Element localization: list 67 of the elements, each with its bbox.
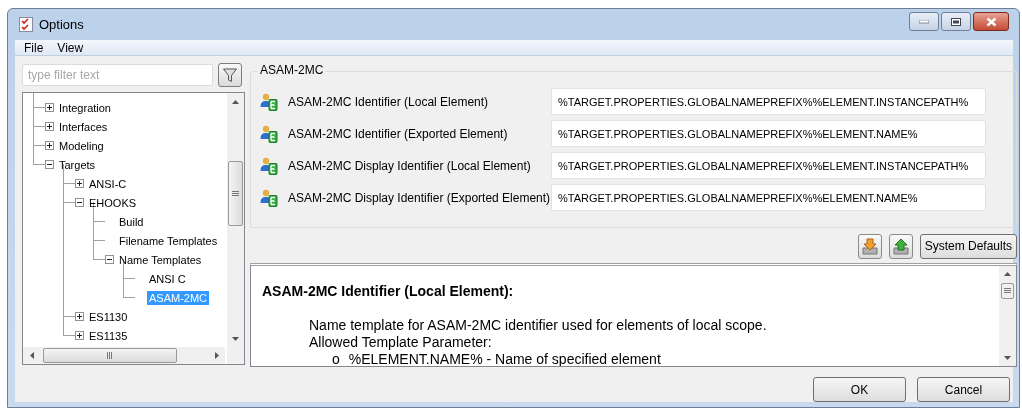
maximize-button[interactable] — [941, 12, 971, 31]
window-title: Options — [39, 17, 85, 32]
tree-item[interactable]: Build — [117, 214, 146, 229]
filter-field[interactable]: type filter text — [22, 64, 213, 86]
scroll-thumb[interactable] — [228, 161, 243, 226]
dialog-button[interactable]: Cancel — [917, 377, 1010, 402]
tree-item[interactable]: ANSI C — [147, 271, 188, 286]
scroll-thumb[interactable] — [1001, 282, 1014, 299]
scroll-left-icon — [29, 352, 34, 359]
scroll-right-icon — [214, 352, 219, 359]
expand-icon[interactable] — [45, 103, 54, 112]
tree-item[interactable]: Integration — [57, 100, 113, 115]
tree-item[interactable]: Filename Templates — [117, 233, 220, 248]
template-field[interactable]: %TARGET.PROPERTIES.GLOBALNAMEPREFIX%%ELEMENT.NAME% — [551, 120, 986, 147]
expand-icon[interactable] — [45, 122, 54, 131]
template-field[interactable]: %TARGET.PROPERTIES.GLOBALNAMEPREFIX%%ELEMENT.NAME% — [551, 184, 986, 211]
scroll-up-icon — [232, 99, 239, 104]
scroll-down-icon — [1004, 355, 1011, 360]
template-field[interactable]: %TARGET.PROPERTIES.GLOBALNAMEPREFIX%%ELEMENT.INSTANCEPATH% — [551, 152, 986, 179]
dialog-button[interactable]: OK — [813, 377, 906, 402]
minimize-icon — [919, 19, 929, 24]
description-heading: ASAM-2MC Identifier (Local Element): — [262, 282, 515, 299]
filter-button[interactable] — [218, 63, 242, 87]
close-icon — [985, 16, 997, 27]
description-text: %ELEMENT.NAME% - Name of specified element — [348, 350, 661, 366]
system-defaults-button[interactable]: System Defaults — [919, 233, 1017, 259]
description-text: Allowed Template Parameter: — [309, 333, 493, 351]
expand-icon[interactable] — [75, 179, 84, 188]
description-text: Name template for ASAM-2MC identifier used for elements of local scope. — [309, 316, 768, 334]
tree-item[interactable]: ES1130 — [87, 309, 130, 324]
scroll-thumb[interactable] — [43, 348, 177, 363]
expand-icon[interactable] — [75, 312, 84, 321]
group-title: ASAM-2MC — [257, 63, 327, 77]
tree-item[interactable]: EHOOKS — [87, 195, 139, 210]
user-element-icon — [260, 124, 278, 143]
template-field[interactable]: %TARGET.PROPERTIES.GLOBALNAMEPREFIX%%ELEMENT.INSTANCEPATH% — [551, 88, 986, 115]
tree-item[interactable]: Modeling — [57, 138, 106, 153]
import-button[interactable] — [857, 233, 882, 259]
tree-item[interactable]: Interfaces — [57, 119, 110, 134]
scroll-up-icon — [1004, 272, 1011, 277]
maximize-icon — [951, 17, 961, 26]
export-button[interactable] — [888, 233, 913, 259]
funnel-icon — [223, 67, 237, 83]
field-label: ASAM-2MC Identifier (Local Element) — [288, 94, 490, 109]
collapse-icon[interactable] — [45, 160, 54, 169]
menu-item[interactable]: View — [50, 40, 91, 55]
checklist-icon — [19, 17, 33, 32]
tree-item[interactable]: ES1135 — [87, 328, 130, 343]
scroll-down-icon — [232, 336, 239, 341]
field-label: ASAM-2MC Identifier (Exported Element) — [288, 126, 509, 141]
user-element-icon — [260, 92, 278, 111]
bullet-marker: o — [332, 350, 340, 366]
tray-arrow-icon — [892, 237, 909, 255]
collapse-icon[interactable] — [75, 198, 84, 207]
tree-item[interactable]: Name Templates — [117, 252, 204, 267]
expand-icon[interactable] — [75, 331, 84, 340]
field-label: ASAM-2MC Display Identifier (Exported Element) — [288, 190, 551, 205]
tree-item[interactable]: ANSI-C — [87, 176, 129, 191]
field-label: ASAM-2MC Display Identifier (Local Element) — [288, 158, 532, 173]
menu-item[interactable]: File — [17, 40, 51, 55]
expand-icon[interactable] — [45, 141, 54, 150]
collapse-icon[interactable] — [105, 255, 114, 264]
close-button[interactable] — [973, 12, 1009, 31]
tree-item[interactable]: Targets — [57, 157, 98, 172]
user-element-icon — [260, 188, 278, 207]
user-element-icon — [260, 156, 278, 175]
tray-arrow-icon — [861, 237, 878, 255]
